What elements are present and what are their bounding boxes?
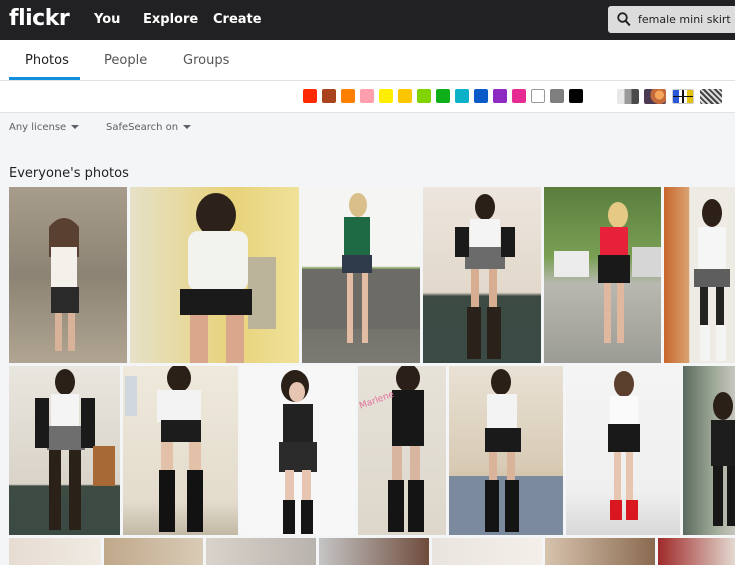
photo-thumbnail[interactable]: [545, 538, 655, 565]
photo-content: Marlene: [358, 366, 424, 532]
style-filter-shallow-depth-of-field[interactable]: [644, 89, 666, 104]
photo-thumbnail[interactable]: [319, 538, 429, 565]
license-dropdown[interactable]: Any license: [9, 122, 80, 133]
color-filter-red[interactable]: [303, 89, 317, 103]
top-navigation-bar: flickr You Explore Create: [0, 0, 735, 40]
photo-content: [180, 193, 276, 363]
photo-thumbnail[interactable]: Marlene: [358, 366, 446, 535]
photo-thumbnail[interactable]: [664, 187, 735, 363]
tab-photos[interactable]: Photos: [25, 53, 69, 68]
tab-people[interactable]: People: [104, 53, 147, 68]
safesearch-dropdown[interactable]: SafeSearch on: [106, 122, 192, 133]
photo-content: [608, 371, 640, 520]
color-filter-pink[interactable]: [360, 89, 374, 103]
safesearch-dropdown-label: SafeSearch on: [106, 122, 179, 133]
svg-text:Marlene: Marlene: [358, 390, 396, 412]
photo-thumbnail[interactable]: [302, 187, 420, 363]
active-tab-indicator: [9, 77, 80, 80]
flickr-logo[interactable]: flickr: [9, 6, 70, 31]
photo-thumbnail[interactable]: [423, 187, 541, 363]
photo-thumbnail[interactable]: [683, 366, 735, 535]
color-filter-orange[interactable]: [341, 89, 355, 103]
color-filter-white[interactable]: [531, 89, 545, 103]
photo-content: [455, 194, 515, 359]
style-filter-patterns[interactable]: [700, 89, 722, 104]
photo-thumbnail[interactable]: [449, 366, 563, 535]
photo-thumbnail[interactable]: [544, 187, 661, 363]
photo-thumbnail[interactable]: [130, 187, 299, 363]
color-filter-black[interactable]: [569, 89, 583, 103]
photo-thumbnail[interactable]: [9, 187, 127, 363]
photo-content: [449, 369, 563, 535]
photo-thumbnail[interactable]: [432, 538, 542, 565]
search-box[interactable]: [608, 6, 735, 33]
color-filter-school-bus-yellow[interactable]: [398, 89, 412, 103]
color-filter-magenta[interactable]: [512, 89, 526, 103]
search-input[interactable]: [638, 10, 733, 29]
photo-content: [125, 366, 203, 532]
photo-thumbnail[interactable]: [9, 366, 120, 535]
search-icon[interactable]: [617, 12, 631, 27]
style-filter-black-and-white[interactable]: [617, 89, 639, 104]
color-filter-cyan[interactable]: [455, 89, 469, 103]
color-filter-dark-orange[interactable]: [322, 89, 336, 103]
section-title: Everyone's photos: [9, 166, 129, 181]
photo-thumbnail[interactable]: [241, 366, 355, 535]
photo-thumbnail[interactable]: [206, 538, 316, 565]
color-filter-gray[interactable]: [550, 89, 564, 103]
photo-content: [711, 392, 735, 526]
chevron-down-icon: [183, 125, 192, 129]
color-filter-green[interactable]: [417, 89, 431, 103]
color-filter-lemon-yellow[interactable]: [379, 89, 393, 103]
photo-thumbnail[interactable]: [104, 538, 203, 565]
nav-explore[interactable]: Explore: [143, 12, 198, 27]
chevron-down-icon: [71, 125, 80, 129]
color-filter-bar: [0, 81, 735, 113]
photo-thumbnail[interactable]: [123, 366, 238, 535]
license-dropdown-label: Any license: [9, 122, 67, 133]
photo-thumbnail[interactable]: [9, 538, 101, 565]
search-tabs: Photos People Groups: [0, 40, 735, 81]
tab-groups[interactable]: Groups: [183, 53, 229, 68]
nav-you[interactable]: You: [94, 12, 120, 27]
photo-content: [554, 202, 661, 343]
style-filter-minimalist[interactable]: [672, 89, 694, 104]
nav-create[interactable]: Create: [213, 12, 262, 27]
photo-content: [302, 193, 420, 343]
photo-content: [694, 199, 730, 361]
photo-thumbnail[interactable]: [658, 538, 735, 565]
photo-content: [49, 218, 79, 351]
color-filter-violet[interactable]: [493, 89, 507, 103]
photo-thumbnail[interactable]: [566, 366, 680, 535]
photo-content: [35, 369, 115, 530]
color-filter-dark-lime-green[interactable]: [436, 89, 450, 103]
color-filter-blue[interactable]: [474, 89, 488, 103]
photo-content: [279, 370, 317, 534]
